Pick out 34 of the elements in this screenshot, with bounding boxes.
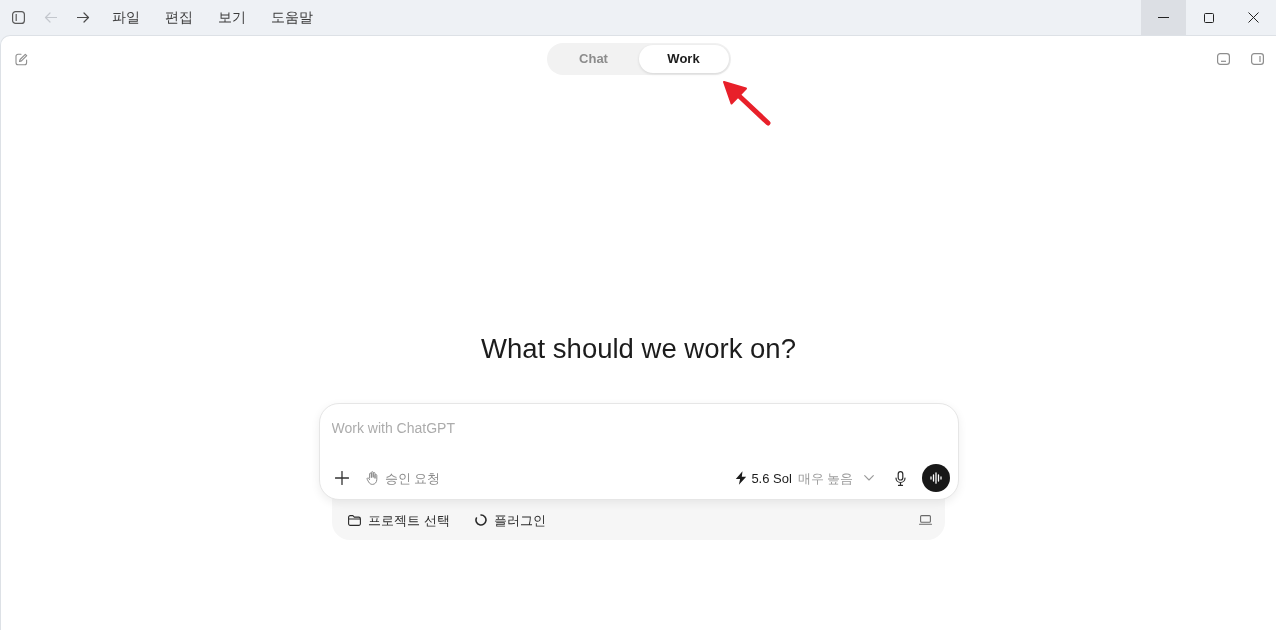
- microphone-icon: [894, 470, 906, 486]
- sidebar-icon[interactable]: [12, 11, 25, 24]
- menu-item[interactable]: 파일: [112, 8, 140, 27]
- ring-icon: [474, 514, 487, 526]
- hand-icon: [365, 471, 379, 485]
- add-button[interactable]: [334, 471, 349, 485]
- forward-button[interactable]: [77, 11, 90, 24]
- model-selector[interactable]: 5.6 Sol 매우 높음: [735, 471, 874, 485]
- close-icon: [1248, 12, 1259, 23]
- left-arrow-icon: [44, 11, 57, 24]
- folder-icon: [348, 514, 361, 526]
- right-arrow-icon: [77, 11, 90, 24]
- bottom-panel-icon[interactable]: [1217, 53, 1230, 65]
- plugins-button[interactable]: 플러그인: [474, 513, 546, 527]
- menu-item[interactable]: 편집: [165, 8, 193, 27]
- menu-item[interactable]: 도움말: [271, 8, 313, 27]
- arrow-annotation: [722, 80, 772, 127]
- laptop-icon[interactable]: [919, 515, 932, 525]
- plus-icon: [334, 471, 349, 485]
- project-select-button[interactable]: 프로젝트 선택: [348, 513, 450, 527]
- message-input[interactable]: Work with ChatGPT: [331, 418, 732, 438]
- voice-mode-button[interactable]: [921, 464, 950, 492]
- mode-tab[interactable]: Work: [638, 45, 729, 73]
- lightning-icon: [735, 471, 748, 485]
- waveform-icon: [929, 472, 942, 484]
- chevron-down-icon: [863, 475, 874, 481]
- page-heading: What should we work on?: [481, 332, 796, 366]
- menu-item[interactable]: 보기: [218, 8, 246, 27]
- maximize-icon: [1203, 12, 1214, 23]
- edit-icon[interactable]: [15, 52, 28, 66]
- minimize-icon: [1158, 17, 1169, 18]
- side-panel-icon[interactable]: [1251, 53, 1264, 65]
- microphone-button[interactable]: [894, 470, 906, 486]
- approval-request-button[interactable]: 승인 요청: [365, 471, 441, 485]
